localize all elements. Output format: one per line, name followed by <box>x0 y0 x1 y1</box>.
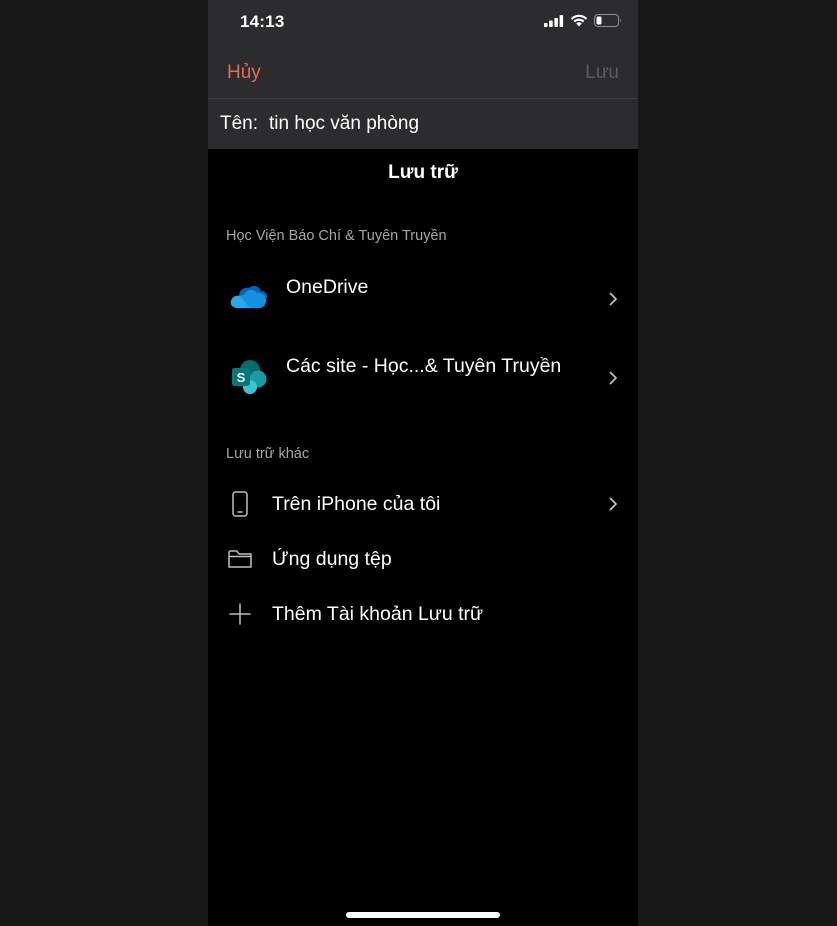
add-storage-account-item[interactable]: Thêm Tài khoản Lưu trữ <box>208 588 638 640</box>
svg-text:S: S <box>237 370 246 385</box>
sharepoint-icon: S <box>232 360 267 394</box>
files-app-label: Ứng dụng tệp <box>272 548 392 570</box>
navigation-bar: Hủy Lưu <box>208 50 638 98</box>
org-section-header: Học Viện Báo Chí & Tuyên Truyền <box>226 228 447 244</box>
other-section-header: Lưu trữ khác <box>226 446 310 462</box>
sharepoint-sites-item[interactable]: S Các site - Học...& Tuyên Truyền <box>208 345 638 409</box>
cellular-signal-icon <box>544 14 564 27</box>
screen-backdrop: 14:13 Hủy Lưu Tên: tin học văn phòng Lưu… <box>0 0 837 926</box>
file-name-input[interactable] <box>269 113 590 135</box>
plus-icon <box>229 603 251 625</box>
sheet-title: Lưu trữ <box>388 162 458 183</box>
chevron-right-icon <box>609 371 617 385</box>
sharepoint-sites-label: Các site - Học...& Tuyên Truyền <box>286 355 562 377</box>
chevron-right-icon <box>609 292 617 306</box>
file-name-label: Tên: <box>220 113 259 134</box>
phone-screen: 14:13 Hủy Lưu Tên: tin học văn phòng Lưu… <box>208 0 638 926</box>
onedrive-item[interactable]: OneDrive <box>208 266 638 330</box>
save-button[interactable]: Lưu <box>585 62 619 84</box>
file-name-row: Tên: <box>208 99 638 149</box>
add-storage-account-label: Thêm Tài khoản Lưu trữ <box>272 603 484 625</box>
status-icons <box>544 14 622 27</box>
wifi-icon <box>570 14 588 27</box>
cancel-button[interactable]: Hủy <box>227 62 261 84</box>
folder-icon <box>228 550 252 568</box>
home-indicator[interactable] <box>346 912 500 918</box>
onedrive-icon <box>230 286 268 308</box>
files-app-item[interactable]: Ứng dụng tệp <box>208 533 638 585</box>
battery-icon <box>594 14 621 27</box>
on-my-iphone-label: Trên iPhone của tôi <box>272 493 441 515</box>
on-my-iphone-item[interactable]: Trên iPhone của tôi <box>208 478 638 530</box>
phone-icon <box>232 491 248 517</box>
status-bar: 14:13 <box>208 0 638 46</box>
onedrive-label: OneDrive <box>286 276 369 298</box>
chevron-right-icon <box>609 497 617 511</box>
status-time: 14:13 <box>240 12 285 31</box>
